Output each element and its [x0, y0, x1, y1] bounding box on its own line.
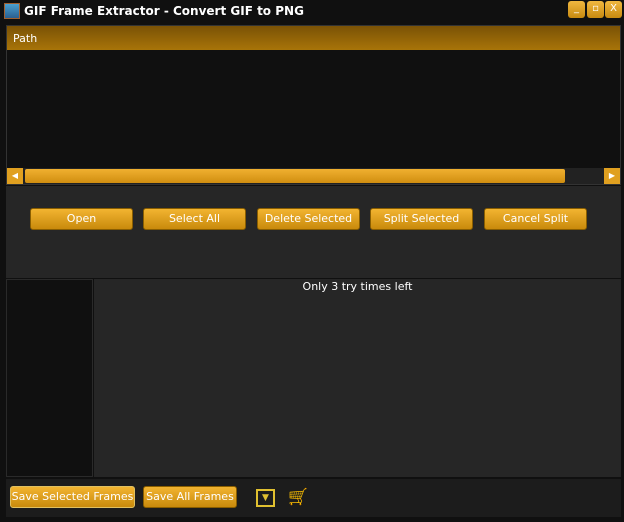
- delete-selected-button[interactable]: Delete Selected: [257, 208, 360, 230]
- column-header-path[interactable]: Path: [7, 26, 620, 50]
- scroll-right-button[interactable]: ▶: [604, 168, 620, 184]
- file-list[interactable]: Path ◀ ▶: [6, 25, 621, 185]
- window-title: GIF Frame Extractor - Convert GIF to PNG: [24, 4, 304, 18]
- close-button[interactable]: X: [605, 1, 622, 18]
- cart-icon[interactable]: 🛒: [288, 487, 308, 506]
- minimize-button[interactable]: _: [568, 1, 585, 18]
- preview-panel: Only 3 try times left: [94, 279, 621, 477]
- select-all-button[interactable]: Select All: [143, 208, 246, 230]
- horizontal-scrollbar[interactable]: ◀ ▶: [7, 168, 620, 184]
- dropdown-icon[interactable]: ▼: [256, 489, 275, 507]
- save-all-frames-button[interactable]: Save All Frames: [143, 486, 237, 508]
- status-message: Only 3 try times left: [302, 280, 413, 293]
- save-selected-frames-button[interactable]: Save Selected Frames: [10, 486, 135, 508]
- app-icon: [4, 3, 20, 19]
- open-button[interactable]: Open: [30, 208, 133, 230]
- split-selected-button[interactable]: Split Selected: [370, 208, 473, 230]
- scrollbar-thumb[interactable]: [25, 169, 565, 183]
- maximize-button[interactable]: ▫: [587, 1, 604, 18]
- cancel-split-button[interactable]: Cancel Split: [484, 208, 587, 230]
- footer-bar: Save Selected Frames Save All Frames ▼ 🛒: [6, 479, 621, 517]
- toolbar-panel: Open Select All Delete Selected Split Se…: [6, 186, 621, 278]
- scroll-left-button[interactable]: ◀: [7, 168, 23, 184]
- frame-thumbnail-list[interactable]: [6, 279, 93, 477]
